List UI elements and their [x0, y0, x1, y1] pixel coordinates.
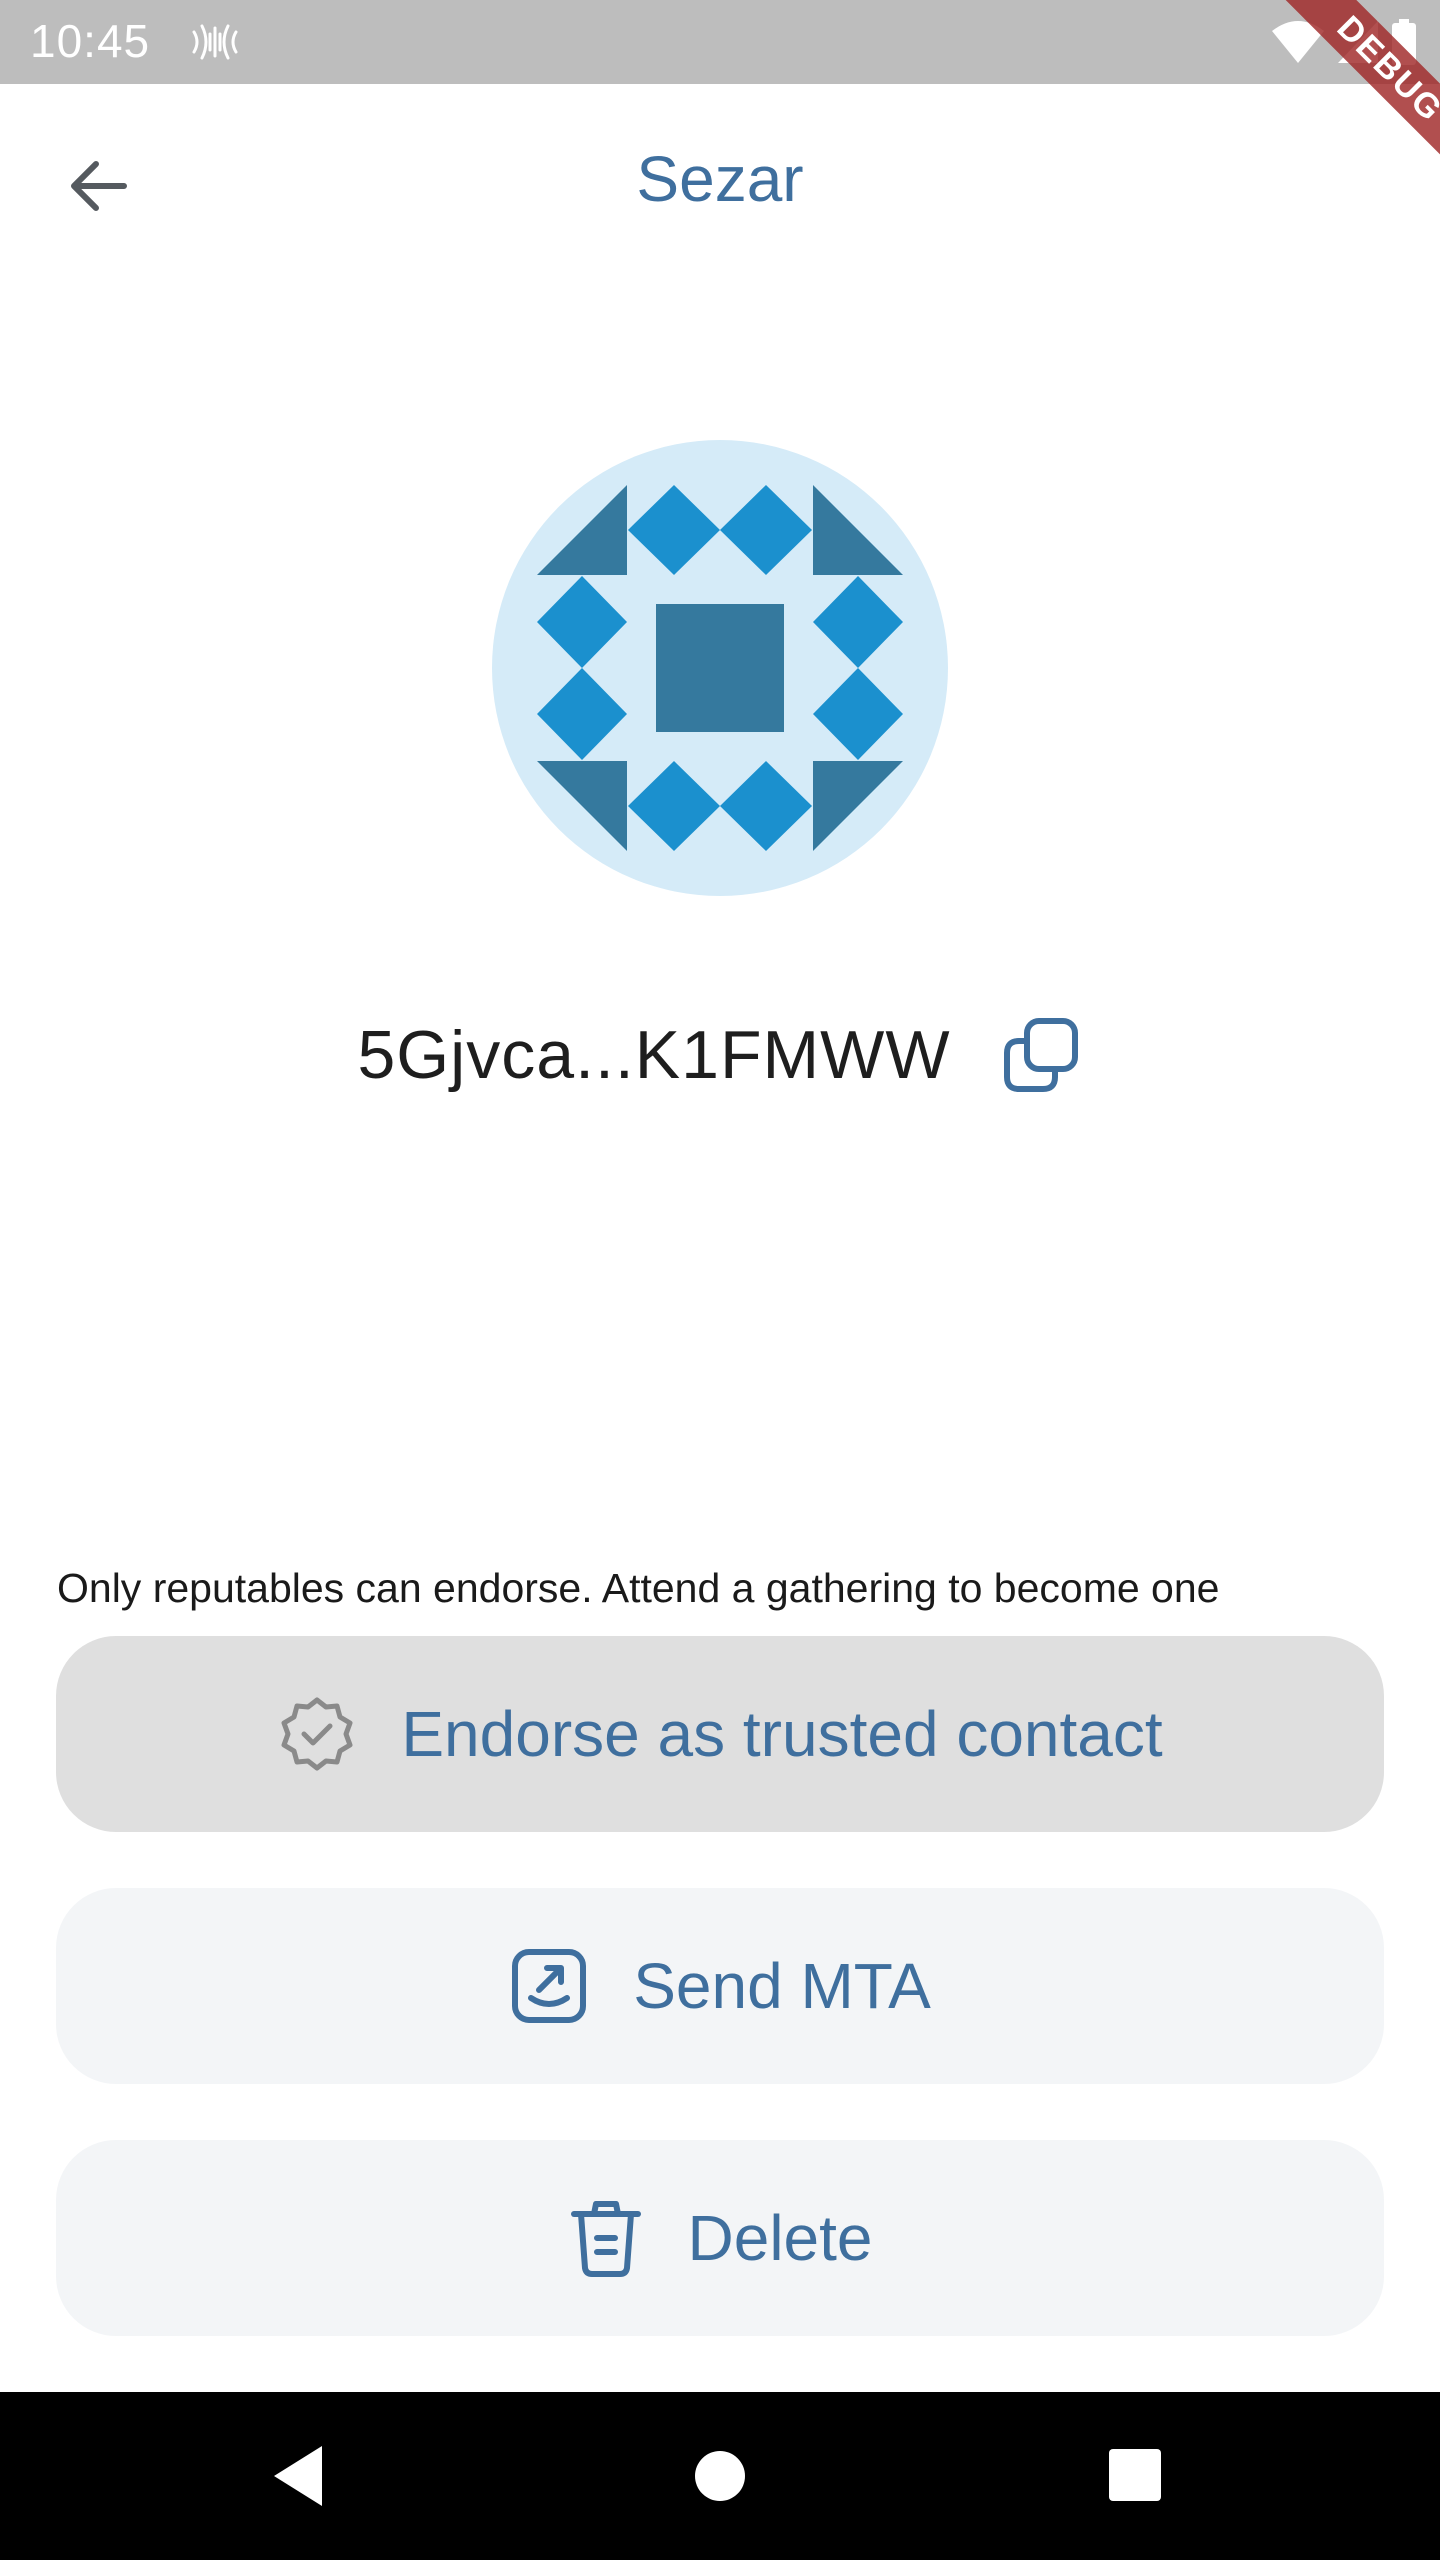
delete-button[interactable]: Delete [56, 2140, 1384, 2336]
account-address: 5Gjvca...K1FMWW [357, 1017, 951, 1093]
address-row: 5Gjvca...K1FMWW [0, 1005, 1440, 1105]
send-arrow-icon [512, 1949, 587, 2023]
home-circle-icon[interactable] [694, 2450, 746, 2502]
signal-wave-icon [192, 24, 238, 60]
identicon-pattern [537, 485, 903, 851]
endorse-info-text: Only reputables can endorse. Attend a ga… [57, 1565, 1220, 1611]
copy-address-button[interactable] [999, 1013, 1083, 1097]
avatar [492, 440, 948, 896]
verified-badge-icon [281, 1697, 353, 1771]
status-time: 10:45 [30, 15, 151, 67]
cellular-icon [1338, 21, 1378, 63]
delete-button-label: Delete [687, 2202, 873, 2274]
wifi-icon [1272, 21, 1324, 63]
trash-icon [570, 2201, 641, 2277]
page-title: Sezar [636, 143, 804, 215]
endorse-button[interactable]: Endorse as trusted contact [56, 1636, 1384, 1832]
app-bar: Sezar [0, 84, 1440, 280]
back-triangle-icon[interactable] [268, 2442, 328, 2510]
recents-square-icon[interactable] [1108, 2448, 1162, 2502]
send-mta-button-label: Send MTA [633, 1950, 931, 2022]
send-mta-button[interactable]: Send MTA [56, 1888, 1384, 2084]
navigation-bar [0, 2392, 1440, 2560]
status-bar: 10:45 [0, 0, 1440, 84]
battery-icon [1392, 19, 1416, 65]
copy-icon [1003, 1018, 1078, 1092]
endorse-button-label: Endorse as trusted contact [401, 1698, 1163, 1770]
